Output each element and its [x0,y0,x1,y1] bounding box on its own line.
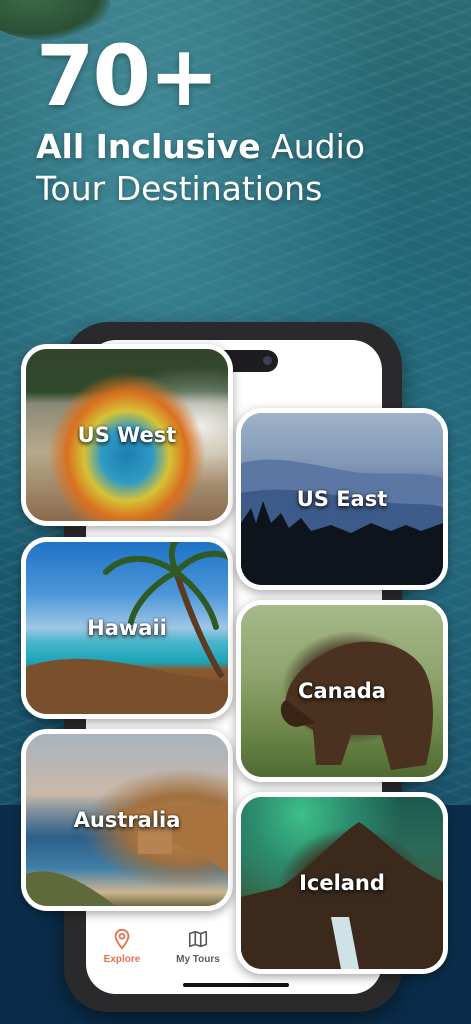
destination-label: Australia [73,808,181,832]
tagline-rest: Audio [260,127,365,166]
destination-label: Iceland [299,871,385,895]
tagline-bold: All Inclusive [36,127,261,166]
destination-label: Canada [298,679,386,703]
camera-lens [263,356,272,365]
destination-card-us-east[interactable]: US East [236,408,448,590]
tab-explore[interactable]: Explore [87,928,157,965]
destination-card-iceland[interactable]: Iceland [236,792,448,974]
headline: 70+ All Inclusive Audio Tour Destination… [36,30,365,210]
tab-my-tours[interactable]: My Tours [163,928,233,965]
tagline-line2: Tour Destinations [36,169,323,208]
folded-map-icon [188,930,208,948]
tab-explore-label: Explore [103,954,141,965]
destination-label: US East [296,487,388,511]
destination-card-canada[interactable]: Canada [236,600,448,782]
tagline: All Inclusive Audio Tour Destinations [36,126,365,210]
destination-label: Hawaii [87,616,167,640]
destination-label: US West [77,423,177,447]
destination-card-hawaii[interactable]: Hawaii [21,537,233,719]
map-pin-icon [114,928,130,950]
destination-card-australia[interactable]: Australia [21,729,233,911]
destination-count: 70+ [36,27,219,125]
destination-card-us-west[interactable]: US West [21,344,233,526]
tab-my-tours-label: My Tours [176,954,220,965]
promo-screen: 70+ All Inclusive Audio Tour Destination… [0,0,471,1024]
home-indicator [183,983,289,987]
